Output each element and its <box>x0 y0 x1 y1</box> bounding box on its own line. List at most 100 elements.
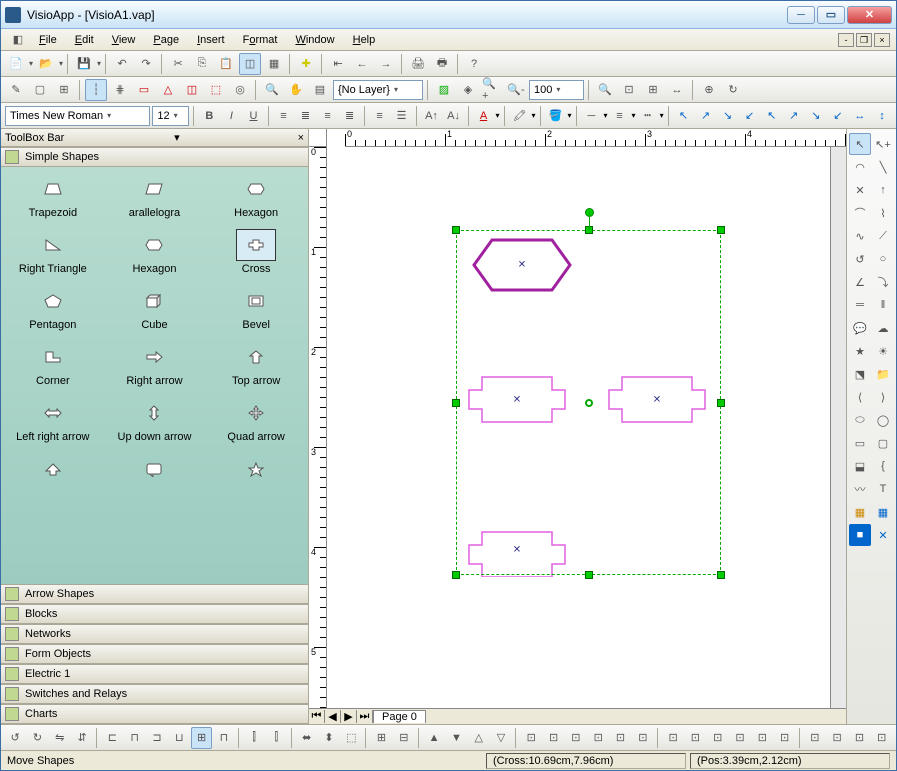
shape-target-button[interactable]: ◎ <box>229 79 251 101</box>
category-electric-1[interactable]: Electric 1 <box>1 664 308 684</box>
align-right-button[interactable]: ≡ <box>318 105 338 127</box>
a5[interactable]: ⊡ <box>610 727 630 749</box>
undo-button[interactable]: ↶ <box>111 53 133 75</box>
align-left-button[interactable]: ≡ <box>273 105 293 127</box>
shape-tri-button[interactable]: △ <box>157 79 179 101</box>
arrow-8[interactable]: ↙ <box>828 105 848 127</box>
scrollbar-vertical[interactable] <box>830 147 846 708</box>
shape-cube[interactable]: Cube <box>105 285 205 331</box>
category-charts[interactable]: Charts <box>1 704 308 724</box>
circle-tool[interactable]: ◯ <box>872 409 894 431</box>
star-tool[interactable]: ★ <box>849 340 871 362</box>
line-tool[interactable]: ╲ <box>872 156 894 178</box>
flip-h-button[interactable]: ⇋ <box>50 727 70 749</box>
minimize-button[interactable]: ─ <box>787 6 815 24</box>
shape-rect-button[interactable]: ▭ <box>133 79 155 101</box>
image-tool[interactable]: ▦ <box>849 501 871 523</box>
page-tab-0[interactable]: Page 0 <box>373 710 426 723</box>
zigzag-tool[interactable]: ⌇ <box>872 202 894 224</box>
angle-tool[interactable]: ∠ <box>849 271 871 293</box>
category-switches-and-relays[interactable]: Switches and Relays <box>1 684 308 704</box>
loop-tool[interactable]: ↺ <box>849 248 871 270</box>
bold-button[interactable]: B <box>199 105 219 127</box>
arrow-4[interactable]: ↙ <box>740 105 760 127</box>
roundrect-tool[interactable]: ▢ <box>872 432 894 454</box>
arrow-7[interactable]: ↘ <box>806 105 826 127</box>
align-justify-button[interactable]: ≣ <box>340 105 360 127</box>
page-prev[interactable]: ◀ <box>325 710 341 723</box>
a11[interactable]: ⊡ <box>752 727 772 749</box>
sun-tool[interactable]: ☀ <box>872 340 894 362</box>
menu-help[interactable]: Help <box>345 32 384 48</box>
underline-button[interactable]: U <box>243 105 263 127</box>
arrow-3[interactable]: ↘ <box>718 105 738 127</box>
a16[interactable]: ⊡ <box>872 727 892 749</box>
arc-tool[interactable]: ⟋ <box>872 225 894 247</box>
toggle-a-button[interactable]: ◫ <box>239 53 261 75</box>
menu-window[interactable]: Window <box>287 32 342 48</box>
app-menu-icon[interactable]: ◧ <box>7 29 29 51</box>
category-blocks[interactable]: Blocks <box>1 604 308 624</box>
cross-tool[interactable]: ✕ <box>849 179 871 201</box>
front-button[interactable]: ▲ <box>424 727 444 749</box>
a7[interactable]: ⊡ <box>663 727 683 749</box>
align-c[interactable]: ⊓ <box>124 727 144 749</box>
a15[interactable]: ⊡ <box>849 727 869 749</box>
up-tool[interactable]: ↑ <box>872 179 894 201</box>
a1[interactable]: ⊡ <box>521 727 541 749</box>
align-l[interactable]: ⊏ <box>102 727 122 749</box>
shape-hexagon[interactable]: Hexagon <box>105 229 205 275</box>
zoom-in-button[interactable]: 🔍+ <box>481 79 503 101</box>
center-handle[interactable] <box>585 399 593 407</box>
arrow-1[interactable]: ↖ <box>674 105 694 127</box>
lineweight-button[interactable]: ≡ <box>609 105 629 127</box>
toolbox-dropdown[interactable]: ▾ <box>174 131 180 144</box>
resize-handle[interactable] <box>717 571 725 579</box>
shape-extra-17[interactable] <box>206 453 306 487</box>
zoom-page-button[interactable]: ⊞ <box>642 79 664 101</box>
toolbox-close[interactable]: × <box>298 132 304 144</box>
same-w[interactable]: ⬌ <box>297 727 317 749</box>
fontcolor-button[interactable]: A <box>474 105 494 127</box>
brace-tool[interactable]: { <box>872 455 894 477</box>
chevleft-tool[interactable]: ⟨ <box>849 386 871 408</box>
menu-view[interactable]: View <box>104 32 144 48</box>
highlight-button[interactable]: 🖍 <box>509 105 529 127</box>
category-form-objects[interactable]: Form Objects <box>1 644 308 664</box>
rotate-cw-button[interactable]: ↻ <box>27 727 47 749</box>
select-tool[interactable]: ↖ <box>849 133 871 155</box>
shape-corner[interactable]: Corner <box>3 341 103 387</box>
arrow-6[interactable]: ↗ <box>784 105 804 127</box>
shape-pentagon[interactable]: Pentagon <box>3 285 103 331</box>
bezier-tool[interactable]: ∿ <box>849 225 871 247</box>
rotate-ccw-button[interactable]: ↺ <box>5 727 25 749</box>
a9[interactable]: ⊡ <box>708 727 728 749</box>
a2[interactable]: ⊡ <box>543 727 563 749</box>
mdi-minimize[interactable]: - <box>838 33 854 47</box>
zoom-fit-button[interactable]: 🔍 <box>594 79 616 101</box>
tab-tool[interactable]: ⬔ <box>849 363 871 385</box>
flip-v-button[interactable]: ⇵ <box>72 727 92 749</box>
a12[interactable]: ⊡ <box>774 727 794 749</box>
align-b[interactable]: ⊓ <box>214 727 234 749</box>
curve-tool[interactable]: ⌒ <box>849 202 871 224</box>
ungroup-button[interactable]: ⊟ <box>394 727 414 749</box>
fill-button[interactable]: 🪣 <box>545 105 565 127</box>
fontsize-combo[interactable]: 12▾ <box>152 106 189 126</box>
resize-handle[interactable] <box>585 571 593 579</box>
zoom-out-button[interactable]: 🔍- <box>505 79 527 101</box>
zoom-width-button[interactable]: ↔ <box>666 79 688 101</box>
same-size[interactable]: ⬚ <box>341 727 361 749</box>
hline-tool[interactable]: ═ <box>849 294 871 316</box>
shape-right-arrow[interactable]: Right arrow <box>105 341 205 387</box>
open-button[interactable]: 📂 <box>35 53 57 75</box>
chart-tool[interactable]: ▦ <box>872 501 894 523</box>
zoom-sel-button[interactable]: ⊡ <box>618 79 640 101</box>
a8[interactable]: ⊡ <box>685 727 705 749</box>
shape-arallelogra[interactable]: arallelogra <box>105 173 205 219</box>
fontsize-up-button[interactable]: A↑ <box>422 105 442 127</box>
list-button[interactable]: ☰ <box>392 105 412 127</box>
shape-top-arrow[interactable]: Top arrow <box>206 341 306 387</box>
color-tool[interactable]: ■ <box>849 524 871 546</box>
a4[interactable]: ⊡ <box>588 727 608 749</box>
